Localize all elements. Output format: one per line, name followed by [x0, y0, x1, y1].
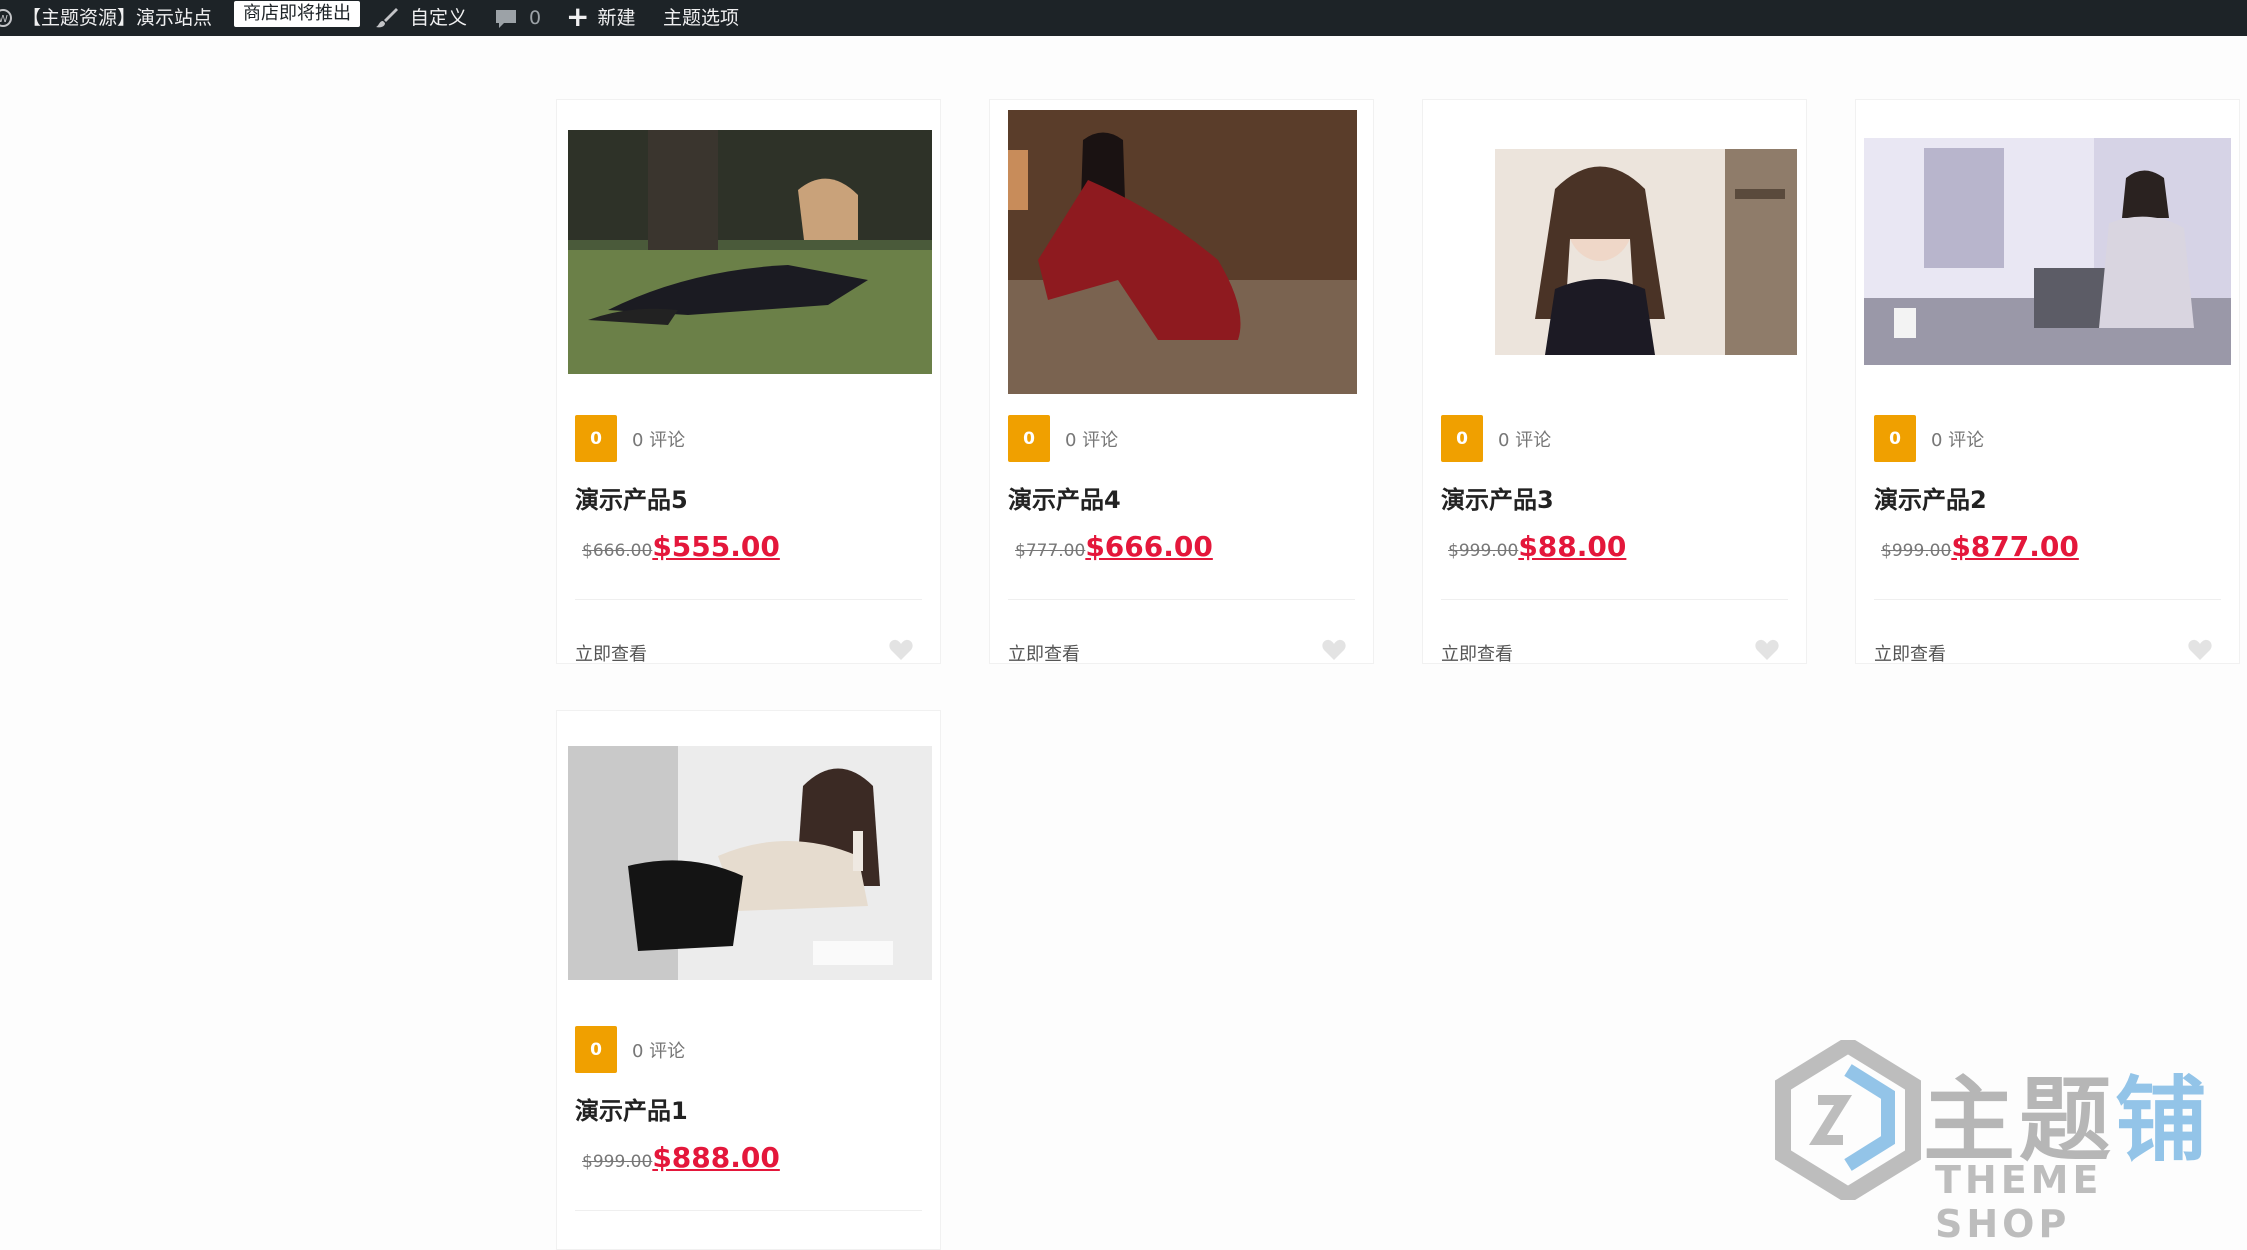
plus-icon: + [566, 0, 590, 33]
original-price: $777.00 [1015, 541, 1086, 561]
product-title[interactable]: 演示产品2 [1874, 480, 1987, 515]
product-title[interactable]: 演示产品4 [1008, 480, 1121, 515]
original-price: $999.00 [582, 1152, 653, 1172]
rating-row: 0 0 评论 [1874, 415, 1984, 462]
product-image[interactable] [1864, 138, 2231, 365]
price-row: $999.00$877.00 [1881, 530, 2079, 563]
new-content-link[interactable]: + 新建 [566, 0, 635, 36]
store-coming-soon-badge[interactable]: 商店即将推出 [234, 1, 360, 27]
product-card[interactable]: 0 0 评论 演示产品4 $777.00$666.00 立即查看 [989, 99, 1374, 666]
product-image[interactable] [568, 746, 932, 980]
watermark-brand-en: THEME SHOP [1935, 1158, 2103, 1246]
rating-badge: 0 [1874, 415, 1916, 462]
original-price: $999.00 [1448, 541, 1519, 561]
card-divider [1874, 599, 2221, 600]
view-now-link[interactable]: 立即查看 [1441, 640, 1513, 666]
product-image[interactable] [568, 130, 932, 374]
theme-shop-watermark: 主题铺 THEME SHOP [1773, 1035, 2233, 1246]
heart-icon[interactable] [888, 638, 914, 662]
reviews-count[interactable]: 0 评论 [1498, 426, 1551, 452]
product-title[interactable]: 演示产品5 [575, 480, 688, 515]
reviews-count[interactable]: 0 评论 [632, 1037, 685, 1063]
rating-badge: 0 [1441, 415, 1483, 462]
card-divider [1441, 599, 1788, 600]
sale-price[interactable]: $666.00 [1085, 530, 1213, 563]
original-price: $666.00 [582, 541, 653, 561]
price-row: $999.00$88.00 [1448, 530, 1626, 563]
customize-link[interactable]: 自定义 [374, 0, 467, 36]
admin-bar: W 【主题资源】演示站点 商店即将推出 自定义 0 + 新建 主题选项 [0, 0, 2247, 36]
price-row: $999.00$888.00 [582, 1141, 780, 1174]
sale-price[interactable]: $555.00 [652, 530, 780, 563]
card-divider [575, 599, 922, 600]
wordpress-logo-icon[interactable]: W [0, 0, 12, 36]
product-card[interactable]: 0 0 评论 演示产品2 $999.00$877.00 立即查看 [1855, 99, 2240, 666]
price-row: $777.00$666.00 [1015, 530, 1213, 563]
reviews-count[interactable]: 0 评论 [1065, 426, 1118, 452]
heart-icon[interactable] [1321, 638, 1347, 662]
product-card[interactable]: 0 0 评论 演示产品5 $666.00$555.00 立即查看 [556, 99, 941, 666]
view-now-link[interactable]: 立即查看 [1874, 640, 1946, 666]
customize-label: 自定义 [410, 7, 468, 29]
site-name-link[interactable]: 【主题资源】演示站点 [22, 0, 212, 36]
theme-shop-logo-icon [1775, 1035, 1921, 1205]
rating-row: 0 0 评论 [575, 1026, 685, 1073]
heart-icon[interactable] [2187, 638, 2213, 662]
user-menu-edge[interactable] [2239, 0, 2247, 36]
price-row: $666.00$555.00 [582, 530, 780, 563]
rating-badge: 0 [575, 1026, 617, 1073]
comments-count: 0 [529, 7, 542, 29]
sale-price[interactable]: $888.00 [652, 1141, 780, 1174]
view-now-link[interactable]: 立即查看 [1008, 640, 1080, 666]
product-image[interactable] [1495, 149, 1797, 355]
sale-price[interactable]: $877.00 [1951, 530, 2079, 563]
reviews-count[interactable]: 0 评论 [1931, 426, 1984, 452]
reviews-count[interactable]: 0 评论 [632, 426, 685, 452]
product-image[interactable] [1008, 110, 1357, 394]
product-card[interactable]: 0 0 评论 演示产品1 $999.00$888.00 [556, 710, 941, 1250]
heart-icon[interactable] [1754, 638, 1780, 662]
rating-row: 0 0 评论 [1008, 415, 1118, 462]
card-divider [1008, 599, 1355, 600]
rating-badge: 0 [1008, 415, 1050, 462]
sale-price[interactable]: $88.00 [1518, 530, 1626, 563]
product-title[interactable]: 演示产品3 [1441, 480, 1554, 515]
theme-options-link[interactable]: 主题选项 [663, 0, 739, 36]
product-title[interactable]: 演示产品1 [575, 1091, 688, 1126]
rating-badge: 0 [575, 415, 617, 462]
comment-bubble-icon [496, 10, 516, 28]
product-card[interactable]: 0 0 评论 演示产品3 $999.00$88.00 立即查看 [1422, 99, 1807, 666]
paintbrush-icon [376, 8, 398, 28]
original-price: $999.00 [1881, 541, 1952, 561]
new-label: 新建 [597, 7, 636, 29]
svg-text:W: W [0, 14, 8, 25]
comments-link[interactable]: 0 [494, 0, 541, 36]
rating-row: 0 0 评论 [575, 415, 685, 462]
rating-row: 0 0 评论 [1441, 415, 1551, 462]
view-now-link[interactable]: 立即查看 [575, 640, 647, 666]
card-divider [575, 1210, 922, 1211]
